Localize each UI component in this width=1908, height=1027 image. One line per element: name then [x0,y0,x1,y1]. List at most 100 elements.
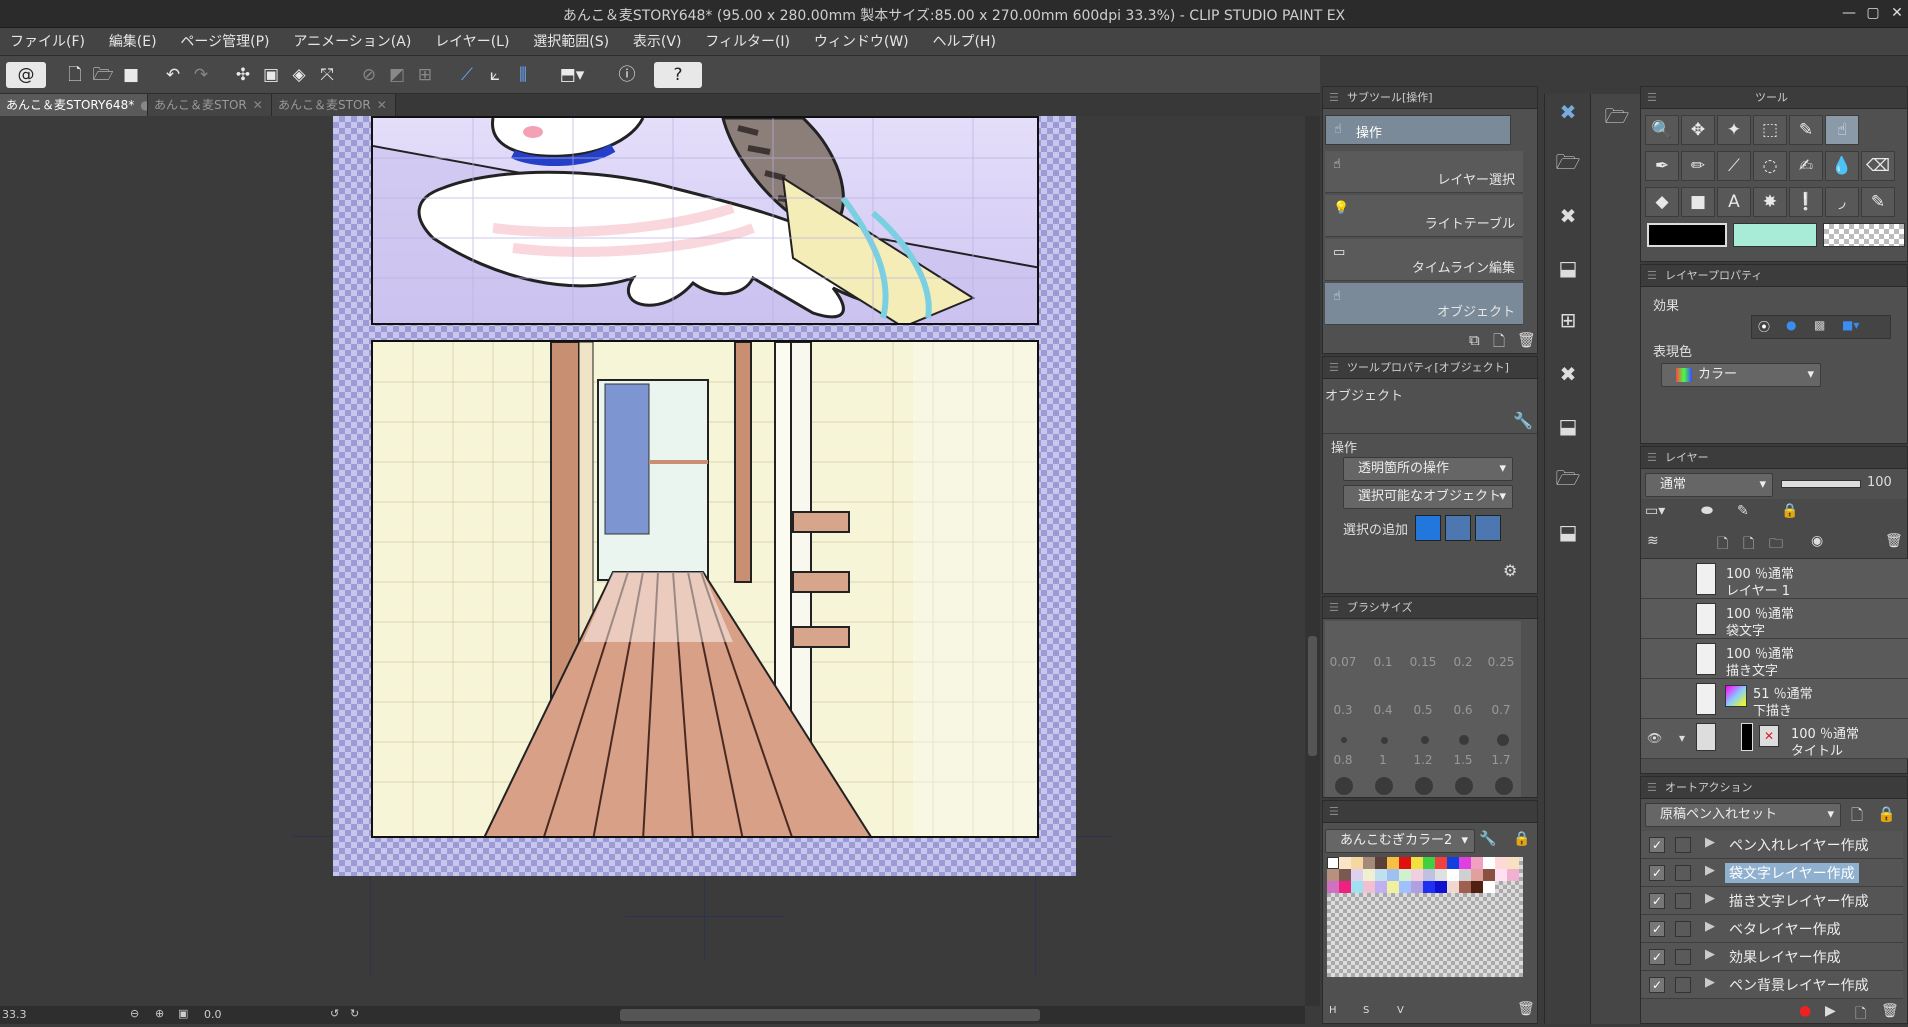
eyedropper-icon[interactable]: ✎ [1789,115,1823,145]
blend-mode-dropdown[interactable]: 通常 [1645,473,1773,497]
expand-icon[interactable]: ▾ [1679,731,1685,745]
brush-size-item[interactable]: 0.8 [1325,753,1361,767]
rotate-left-icon[interactable]: ↺ [330,1007,339,1020]
border-effect-icon[interactable]: ⦿ [1758,318,1770,335]
expression-color-dropdown[interactable]: カラー [1661,363,1821,387]
undo-icon[interactable]: ↶ [160,62,186,88]
transform-icon[interactable]: ⤧ [314,62,340,88]
transparent-color-swatch[interactable] [1823,223,1905,247]
help-icon[interactable]: ? [654,62,702,88]
action-row[interactable]: ✓ ▶ ベタレイヤー作成 [1641,915,1903,943]
clip-icon[interactable]: ⬬ [1701,503,1713,519]
pencil-icon[interactable]: ✏ [1681,151,1715,181]
gradient-icon[interactable]: ■ [1681,187,1715,217]
new-subtool-icon[interactable]: 🗋 [1493,331,1505,356]
brush-size-item[interactable]: 0.6 [1445,703,1481,717]
subtool-timeline[interactable]: ▭ タイムライン編集 [1325,239,1523,281]
wrench-icon[interactable]: 🔧 [1479,831,1496,847]
zoom-icon[interactable]: 🔍 [1645,115,1679,145]
menu-window[interactable]: ウィンドウ(W) [804,28,919,56]
menu-view[interactable]: 表示(V) [623,28,692,56]
brush-size-item[interactable]: 1.5 [1445,753,1481,767]
brush-size-item[interactable]: 1 [1365,753,1401,767]
info-icon[interactable]: ⓘ [614,62,640,88]
brush-size-item[interactable]: 0.2 [1445,655,1481,669]
layer-settings-icon[interactable]: ⬒▾ [552,62,592,88]
menu-edit[interactable]: 編集(E) [99,28,167,56]
action-row[interactable]: ✓ ▶ 効果レイヤー作成 [1641,943,1903,971]
effect-buttons[interactable]: ⦿ ● ▩ ■▾ [1751,315,1891,339]
open-file-icon[interactable]: 🗁 [90,62,116,88]
sub-color-swatch[interactable] [1733,223,1817,247]
new-folder-icon[interactable]: 🗀 [1769,533,1783,557]
layer-row[interactable]: 👁 ▾ ✕ 100 ％通常 タイトル [1641,719,1908,759]
clear-outside-icon[interactable]: ▣ [258,62,284,88]
maximize-button[interactable]: ▢ [1860,3,1886,23]
canvas-vertical-scrollbar[interactable] [1305,116,1320,1006]
layer-search-icon[interactable]: ⊞ [1550,302,1586,338]
lock-icon[interactable]: 🔒 [1877,805,1896,823]
tab-doc-2[interactable]: あんこ＆麦STOR ✕ [148,94,272,116]
brush-size-item[interactable]: 0.25 [1483,655,1519,669]
transparent-operation-dropdown[interactable]: 透明箇所の操作 [1343,457,1513,481]
menu-layer[interactable]: レイヤー(L) [425,28,519,56]
text-icon[interactable]: A [1717,187,1751,217]
sparkle-icon[interactable]: ✦ [1717,115,1751,145]
action-row[interactable]: ✓ ▶ ペン背景レイヤー作成 [1641,971,1903,999]
tab-doc-1[interactable]: あんこ＆麦STORY648* ● [0,94,148,116]
frame-icon[interactable]: ✸ [1753,187,1787,217]
drop-icon[interactable]: 💧 [1825,151,1859,181]
lock-icon[interactable]: 🔒 [1513,831,1530,847]
pen-icon[interactable]: ✒ [1645,151,1679,181]
close-icon[interactable]: ✕ [377,98,387,112]
invert-selection-icon[interactable]: ◩ [384,62,410,88]
ruler-snap-icon[interactable]: ⟋ [454,62,480,88]
eye-icon[interactable]: 👁 [1647,731,1662,745]
menu-help[interactable]: ヘルプ(H) [922,28,1005,56]
new-file-icon[interactable]: 🗋 [62,62,88,88]
disabled-mask-icon[interactable]: ✕ [1759,725,1779,747]
layer-row[interactable]: 100 ％通常 描き文字 [1641,639,1908,679]
play-icon[interactable]: ▶ [1825,1003,1836,1019]
zoom-in-icon[interactable]: ⊕ [155,1007,164,1020]
selectable-object-dropdown[interactable]: 選択可能なオブジェクト [1343,485,1513,509]
brush-size-item[interactable]: 1.2 [1405,753,1441,767]
selection-icon[interactable]: ⬚ [1753,115,1787,145]
fill-bucket-icon[interactable]: ◆ [1645,187,1679,217]
tone-effect-icon[interactable]: ● [1786,318,1796,332]
ref-layer-icon[interactable]: ✎ [1737,503,1749,519]
action-row[interactable]: ✓ ▶ 袋文字レイヤー作成 [1641,859,1903,887]
trash-icon[interactable]: 🗑 [1881,1003,1899,1019]
history-icon[interactable]: ✖ [1550,356,1586,392]
correct-line-icon[interactable]: ✎ [1861,187,1895,217]
quick-access-icon[interactable]: ⬓ [1550,408,1586,444]
selection-add-icon[interactable] [1445,515,1471,541]
panel-cat[interactable] [371,116,1039,325]
new-vector-icon[interactable]: 🗋 [1743,533,1754,557]
color-effect-icon[interactable]: ■▾ [1842,318,1859,332]
navigator-icon[interactable]: ✖ [1550,94,1586,130]
brush-icon[interactable]: ⟋ [1717,151,1751,181]
balloon-icon[interactable]: ❕ [1789,187,1823,217]
minimize-button[interactable]: — [1836,3,1862,23]
subtool-group-tab[interactable]: ☝ 操作 [1325,115,1511,145]
close-icon[interactable]: ● [140,98,147,112]
record-icon[interactable]: ● [1799,1003,1811,1019]
hsv-s-tab[interactable]: S [1363,1005,1369,1016]
mask-icon[interactable]: ◉ [1811,533,1823,549]
show-selection-icon[interactable]: ⊞ [412,62,438,88]
settings-icon[interactable]: ⚙ [1503,561,1517,580]
menu-animation[interactable]: アニメーション(A) [283,28,421,56]
zoom-out-icon[interactable]: ⊖ [130,1007,139,1020]
material-folder-icon[interactable]: 🗁 [1550,144,1586,180]
subtool-object[interactable]: ☝ オブジェクト [1325,283,1523,325]
fill-icon[interactable]: ◈ [286,62,312,88]
menu-page[interactable]: ページ管理(P) [170,28,279,56]
animation-icon[interactable]: ⬓ [1550,514,1586,550]
angle-value[interactable]: 0.0 [204,1008,222,1021]
rotate-right-icon[interactable]: ↻ [350,1007,359,1020]
horizontal-scrollbar[interactable] [620,1009,1040,1021]
special-ruler-snap-icon[interactable]: ⟀ [482,62,508,88]
selection-new-icon[interactable] [1415,515,1441,541]
sub-view-icon[interactable]: ✖ [1550,198,1586,234]
